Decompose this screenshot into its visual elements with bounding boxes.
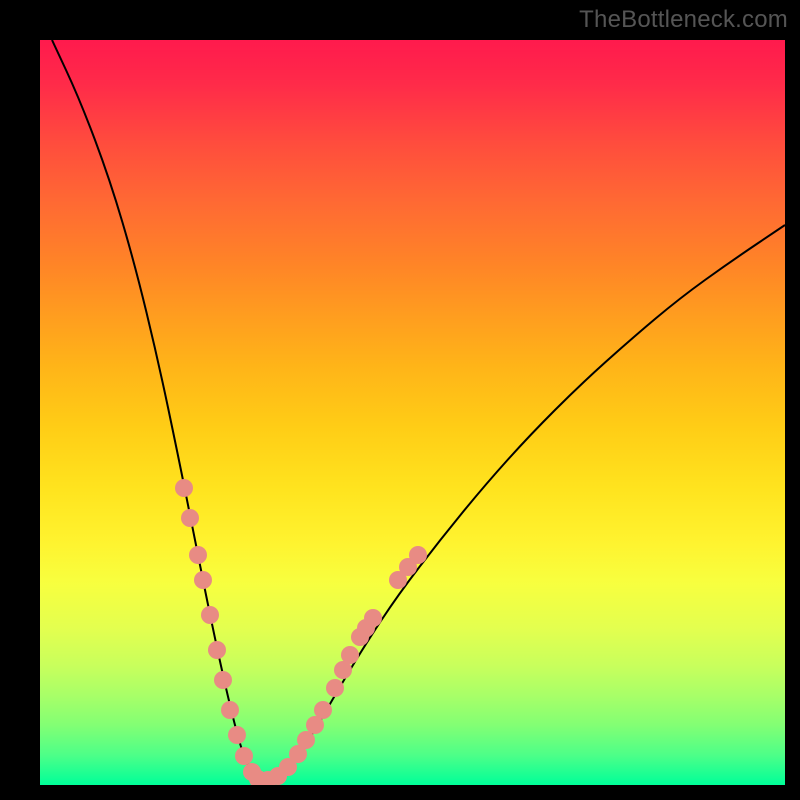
data-marker — [228, 726, 246, 744]
data-marker — [409, 546, 427, 564]
data-marker — [297, 731, 315, 749]
data-marker — [235, 747, 253, 765]
data-marker — [194, 571, 212, 589]
data-marker — [189, 546, 207, 564]
data-marker — [214, 671, 232, 689]
data-marker — [326, 679, 344, 697]
data-marker — [175, 479, 193, 497]
plot-area — [40, 40, 785, 785]
chart-frame: TheBottleneck.com — [0, 0, 800, 800]
bottleneck-curve — [52, 40, 785, 780]
data-marker — [341, 646, 359, 664]
chart-overlay — [40, 40, 785, 785]
data-marker — [181, 509, 199, 527]
data-marker — [364, 609, 382, 627]
data-marker — [201, 606, 219, 624]
watermark-text: TheBottleneck.com — [579, 6, 788, 34]
data-marker — [314, 701, 332, 719]
data-marker — [221, 701, 239, 719]
data-marker — [208, 641, 226, 659]
